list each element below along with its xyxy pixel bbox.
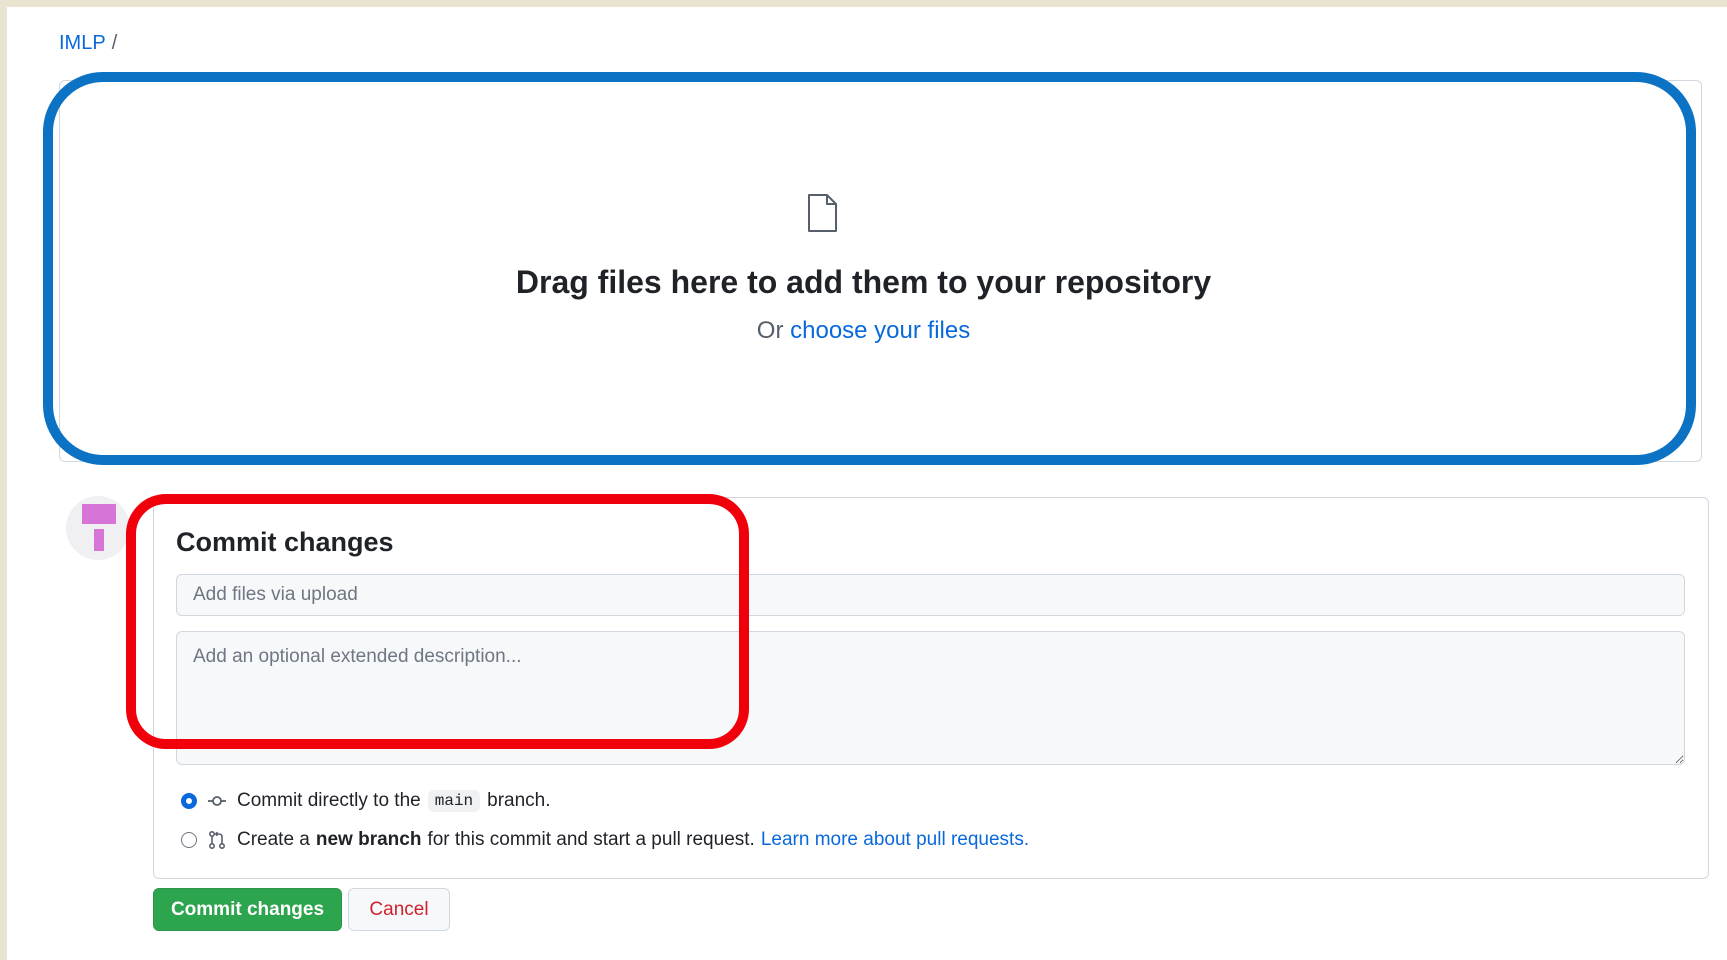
git-commit-icon xyxy=(207,791,227,811)
commit-description-input[interactable] xyxy=(176,631,1685,765)
breadcrumb: IMLP / xyxy=(59,32,117,55)
avatar[interactable] xyxy=(66,496,130,560)
git-pull-request-icon xyxy=(207,830,227,850)
new-branch-radio[interactable] xyxy=(181,832,197,848)
breadcrumb-separator: / xyxy=(111,32,118,54)
new-branch-option[interactable]: Create a new branch for this commit and … xyxy=(181,829,1029,851)
commit-direct-radio[interactable] xyxy=(181,793,197,809)
branch-name-pill: main xyxy=(427,790,481,812)
new-branch-prefix: Create a xyxy=(237,829,310,850)
new-branch-bold: new branch xyxy=(315,829,422,850)
commit-direct-option[interactable]: Commit directly to the main branch. xyxy=(181,790,551,812)
choose-files-link[interactable]: choose your files xyxy=(790,317,970,344)
cancel-button[interactable]: Cancel xyxy=(348,888,450,931)
file-icon xyxy=(808,194,837,232)
learn-pull-requests-link[interactable]: Learn more about pull requests. xyxy=(761,829,1029,851)
commit-title: Commit changes xyxy=(176,527,394,557)
dropzone-subtitle: Or choose your files xyxy=(0,317,1727,345)
commit-direct-suffix: branch. xyxy=(487,790,551,811)
commit-direct-prefix: Commit directly to the xyxy=(237,790,421,811)
dropzone-title: Drag files here to add them to your repo… xyxy=(515,264,1212,300)
commit-changes-button[interactable]: Commit changes xyxy=(153,888,342,931)
breadcrumb-repo-link[interactable]: IMLP xyxy=(59,32,106,54)
commit-summary-input[interactable] xyxy=(176,574,1685,616)
new-branch-suffix: for this commit and start a pull request… xyxy=(427,829,755,850)
dropzone-or-text: Or xyxy=(756,317,784,344)
